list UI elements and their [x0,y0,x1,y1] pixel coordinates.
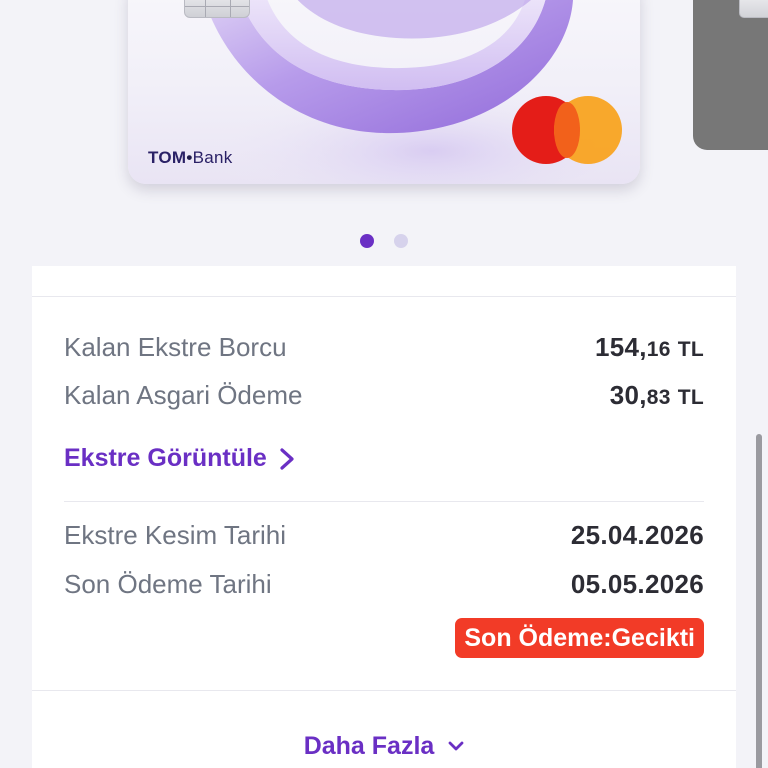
remaining-debt-label: Kalan Ekstre Borcu [64,331,287,362]
min-payment-value: 30,83 TL [610,380,704,411]
secondary-card[interactable] [693,0,768,150]
view-statement-label: Ekstre Görüntüle [64,444,267,472]
min-payment-label: Kalan Asgari Ödeme [64,379,303,410]
due-date-row: Son Ödeme Tarihi 05.05.2026 [64,566,704,602]
card-chip [184,0,250,18]
statement-panel: Kalan Ekstre Borcu 154,16 TL Kalan Asgari… [32,266,736,768]
chevron-right-icon [280,447,294,470]
remaining-debt-row: Kalan Ekstre Borcu 154,16 TL [64,329,704,365]
status-badge: Son Ödeme:Gecikti [455,618,704,658]
remaining-debt-int: 154, [594,331,647,362]
credit-card[interactable]: TOM•Bank [128,0,640,184]
cutoff-date-row: Ekstre Kesim Tarihi 25.04.2026 [64,517,704,553]
mastercard-overlap [554,102,580,158]
carousel-dot-1[interactable] [360,234,374,248]
remaining-debt-currency: TL [677,337,704,361]
due-date-value: 05.05.2026 [570,568,704,599]
screen: TOM•Bank Kalan Ekstre Borcu 154,16 TL Kal… [0,0,768,768]
chevron-down-icon [448,741,464,751]
min-payment-dec: 83 [646,385,671,409]
bank-logo-left: TOM [148,148,187,167]
min-payment-int: 30, [609,379,647,410]
cutoff-date-value: 25.04.2026 [570,519,704,550]
divider [64,501,704,502]
more-label: Daha Fazla [303,731,435,760]
divider [32,690,736,691]
min-payment-row: Kalan Asgari Ödeme 30,83 TL [64,377,704,413]
min-payment-currency: TL [677,385,704,409]
carousel-dot-2[interactable] [394,234,408,248]
due-date-label: Son Ödeme Tarihi [64,568,272,599]
remaining-debt-value: 154,16 TL [595,332,704,363]
bank-logo-right: Bank [192,148,233,167]
cutoff-date-label: Ekstre Kesim Tarihi [64,519,287,550]
view-statement-link[interactable]: Ekstre Görüntüle [64,444,295,473]
scrollbar[interactable] [756,434,762,768]
remaining-debt-dec: 16 [646,337,671,361]
card-chip [739,0,768,18]
carousel-indicator [360,234,408,248]
more-button[interactable]: Daha Fazla [32,726,736,766]
divider [32,296,736,297]
bank-logo: TOM•Bank [148,148,233,168]
mastercard-logo [512,96,624,164]
